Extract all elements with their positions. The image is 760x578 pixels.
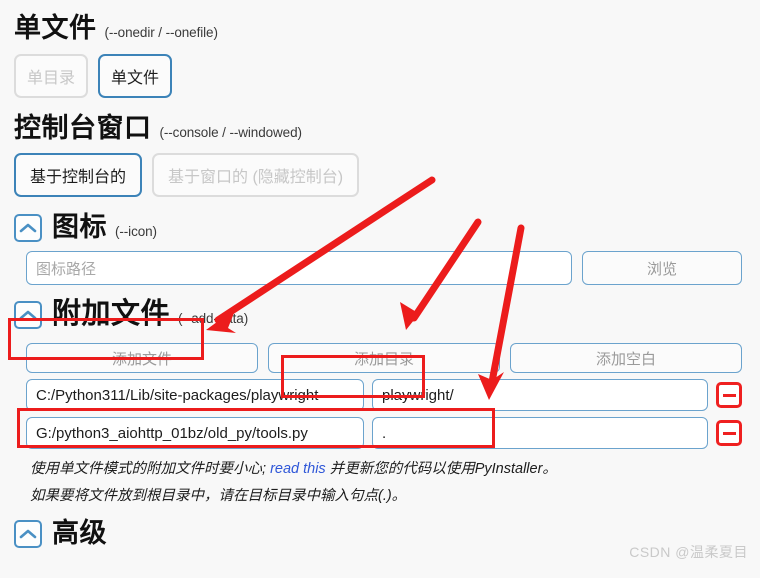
console-title: 控制台窗口 [14,112,152,143]
console-flag: (--console / --windowed) [159,124,303,140]
destination-path-input[interactable]: . [372,417,708,450]
onefile-option-button[interactable]: 单文件 [98,53,172,98]
minus-icon [722,431,736,435]
advanced-title: 高级 [52,518,107,548]
add-file-button[interactable]: 添加文件 [26,343,258,374]
chevron-up-icon [19,528,37,540]
add-directory-button[interactable]: 添加目录 [268,343,500,374]
section-console: 控制台窗口 (--console / --windowed) 基于控制台的 基于… [14,112,746,198]
window-based-option-button[interactable]: 基于窗口的 (隐藏控制台) [152,153,360,198]
onefile-options: 单目录 单文件 [14,53,746,98]
source-path-input[interactable]: C:/Python311/Lib/site-packages/playwrigh… [26,379,364,412]
section-onefile: 单文件 (--onedir / --onefile) 单目录 单文件 [14,0,746,98]
icon-browse-button[interactable]: 浏览 [582,251,742,286]
icon-path-input[interactable]: 图标路径 [26,251,572,286]
destination-path-input[interactable]: playwright/ [372,379,708,412]
onefile-heading: 单文件 (--onedir / --onefile) [14,13,746,44]
pyinstaller-gui-page: 单文件 (--onedir / --onefile) 单目录 单文件 控制台窗口… [0,0,760,578]
note-text-after-link: 并更新您的代码以使用PyInstaller。 [325,461,557,478]
remove-row-button[interactable] [716,420,742,447]
icon-title: 图标 [52,212,107,243]
add-data-actions: 添加文件 添加目录 添加空白 [14,343,746,374]
icon-flag: (--icon) [115,224,157,240]
add-data-heading: 附加文件 (--add-data) [14,297,746,333]
add-data-flag: (--add-data) [178,311,249,327]
source-path-input[interactable]: G:/python3_aiohttp_01bz/old_py/tools.py [26,417,364,450]
remove-row-button[interactable] [716,382,742,409]
advanced-section-collapse-toggle[interactable] [14,519,42,548]
table-row: C:/Python311/Lib/site-packages/playwrigh… [26,379,742,412]
icon-path-row: 图标路径 浏览 [14,251,746,286]
add-data-rows: C:/Python311/Lib/site-packages/playwrigh… [14,379,746,450]
add-data-note-line-1: 使用单文件模式的附加文件时要小心; read this 并更新您的代码以使用Py… [30,458,746,480]
minus-icon [722,393,736,397]
add-blank-button[interactable]: 添加空白 [510,343,742,374]
add-data-note-line-2: 如果要将文件放到根目录中，请在目标目录中输入句点(.)。 [30,487,407,504]
add-data-title: 附加文件 [52,298,171,331]
read-this-link[interactable]: read this [270,461,326,477]
onefile-flag: (--onedir / --onefile) [104,25,218,40]
csdn-watermark: CSDN @温柔夏目 [629,544,748,560]
note-text-before-link: 使用单文件模式的附加文件时要小心; [30,461,271,478]
console-heading: 控制台窗口 (--console / --windowed) [14,112,746,144]
section-add-data: 附加文件 (--add-data) 添加文件 添加目录 添加空白 C:/Pyth… [14,297,746,507]
console-based-option-button[interactable]: 基于控制台的 [14,153,143,198]
section-icon: 图标 (--icon) 图标路径 浏览 [14,213,746,286]
icon-section-collapse-toggle[interactable] [14,214,42,243]
chevron-up-icon [19,222,37,234]
console-options: 基于控制台的 基于窗口的 (隐藏控制台) [14,153,746,198]
onefile-title: 单文件 [14,13,97,43]
table-row: G:/python3_aiohttp_01bz/old_py/tools.py … [26,417,742,450]
chevron-up-icon [19,309,37,321]
add-data-section-collapse-toggle[interactable] [14,301,42,330]
icon-heading: 图标 (--icon) [14,213,746,243]
onedir-option-button[interactable]: 单目录 [14,53,88,98]
